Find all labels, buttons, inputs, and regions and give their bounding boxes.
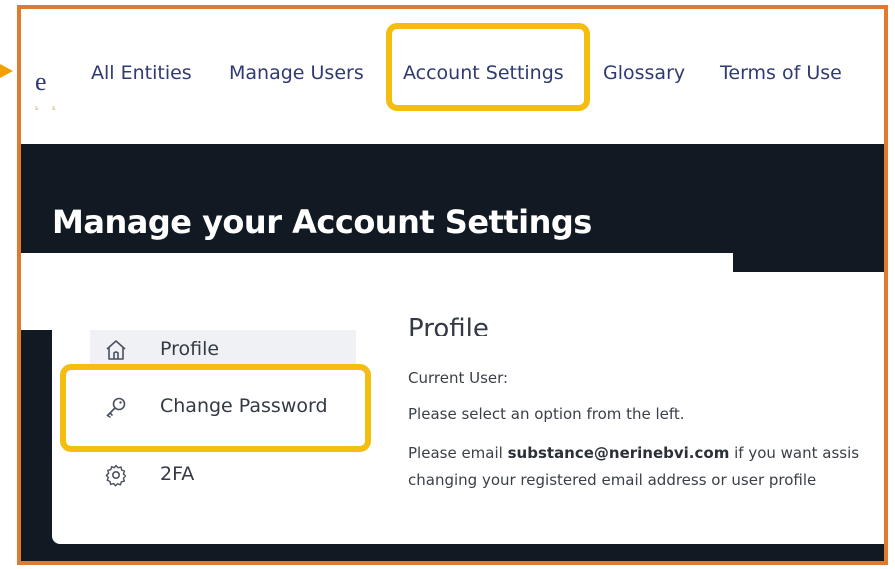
- pointer-arrow: [0, 64, 13, 78]
- screenshot-frame: [17, 5, 888, 565]
